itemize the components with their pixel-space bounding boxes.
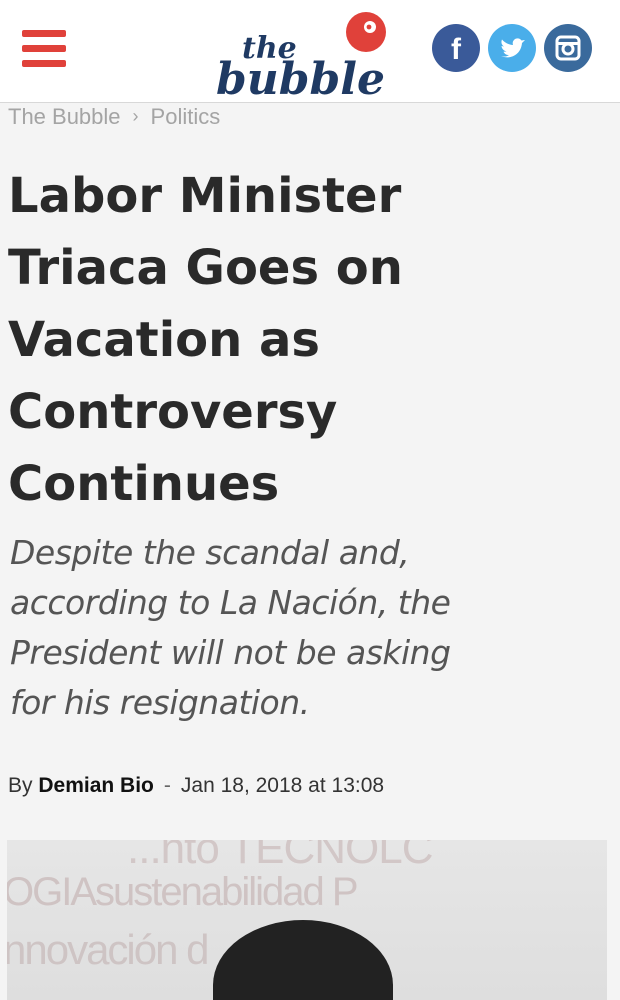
- site-header: the bubble f: [0, 0, 620, 103]
- article-subtitle: Despite the scandal and, according to La…: [10, 528, 550, 728]
- breadcrumb-home-link[interactable]: The Bubble: [8, 104, 121, 129]
- instagram-icon[interactable]: [544, 24, 592, 72]
- site-logo[interactable]: the bubble: [212, 10, 392, 100]
- hamburger-menu-icon[interactable]: [22, 30, 66, 68]
- author-link[interactable]: Demian Bio: [38, 774, 154, 797]
- article-title-line: Vacation as: [8, 312, 320, 368]
- bubble-logo-icon: the bubble: [216, 12, 386, 100]
- article-title-line: Continues: [8, 456, 280, 512]
- breadcrumb-section-link[interactable]: Politics: [151, 104, 221, 129]
- article-subtitle-line: for his resignation.: [10, 683, 310, 722]
- svg-text:f: f: [451, 33, 462, 66]
- person-head-silhouette: [213, 920, 393, 1000]
- article-title-line: Triaca Goes on: [8, 240, 403, 296]
- publish-date: Jan 18, 2018 at 13:08: [180, 774, 385, 797]
- twitter-icon[interactable]: [488, 24, 536, 72]
- photo-watermark-line: ...nto TECNOLC: [127, 840, 434, 873]
- byline-prefix: By: [8, 774, 33, 797]
- article-subtitle-line: Despite the scandal and,: [10, 533, 410, 572]
- photo-watermark-line: OGIAsustenabilidad P: [7, 870, 359, 914]
- article-byline: By Demian Bio - Jan 18, 2018 at 13:08: [8, 774, 384, 798]
- byline-separator: -: [163, 774, 171, 797]
- breadcrumb-chevron-icon: ›: [132, 106, 139, 126]
- article-subtitle-line: President will not be asking: [10, 633, 451, 672]
- photo-watermark-line: nnovación d: [7, 926, 210, 973]
- article-hero-image: ...nto TECNOLC OGIAsustenabilidad P nnov…: [7, 840, 607, 1000]
- logo-text-main: bubble: [216, 54, 385, 100]
- facebook-icon[interactable]: f: [432, 24, 480, 72]
- article-title-line: Controversy: [8, 384, 338, 440]
- article-subtitle-line: according to La Nación, the: [10, 583, 451, 622]
- breadcrumb: The Bubble › Politics: [8, 104, 220, 130]
- article-title: Labor Minister Triaca Goes on Vacation a…: [8, 160, 568, 520]
- article-title-line: Labor Minister: [8, 168, 402, 224]
